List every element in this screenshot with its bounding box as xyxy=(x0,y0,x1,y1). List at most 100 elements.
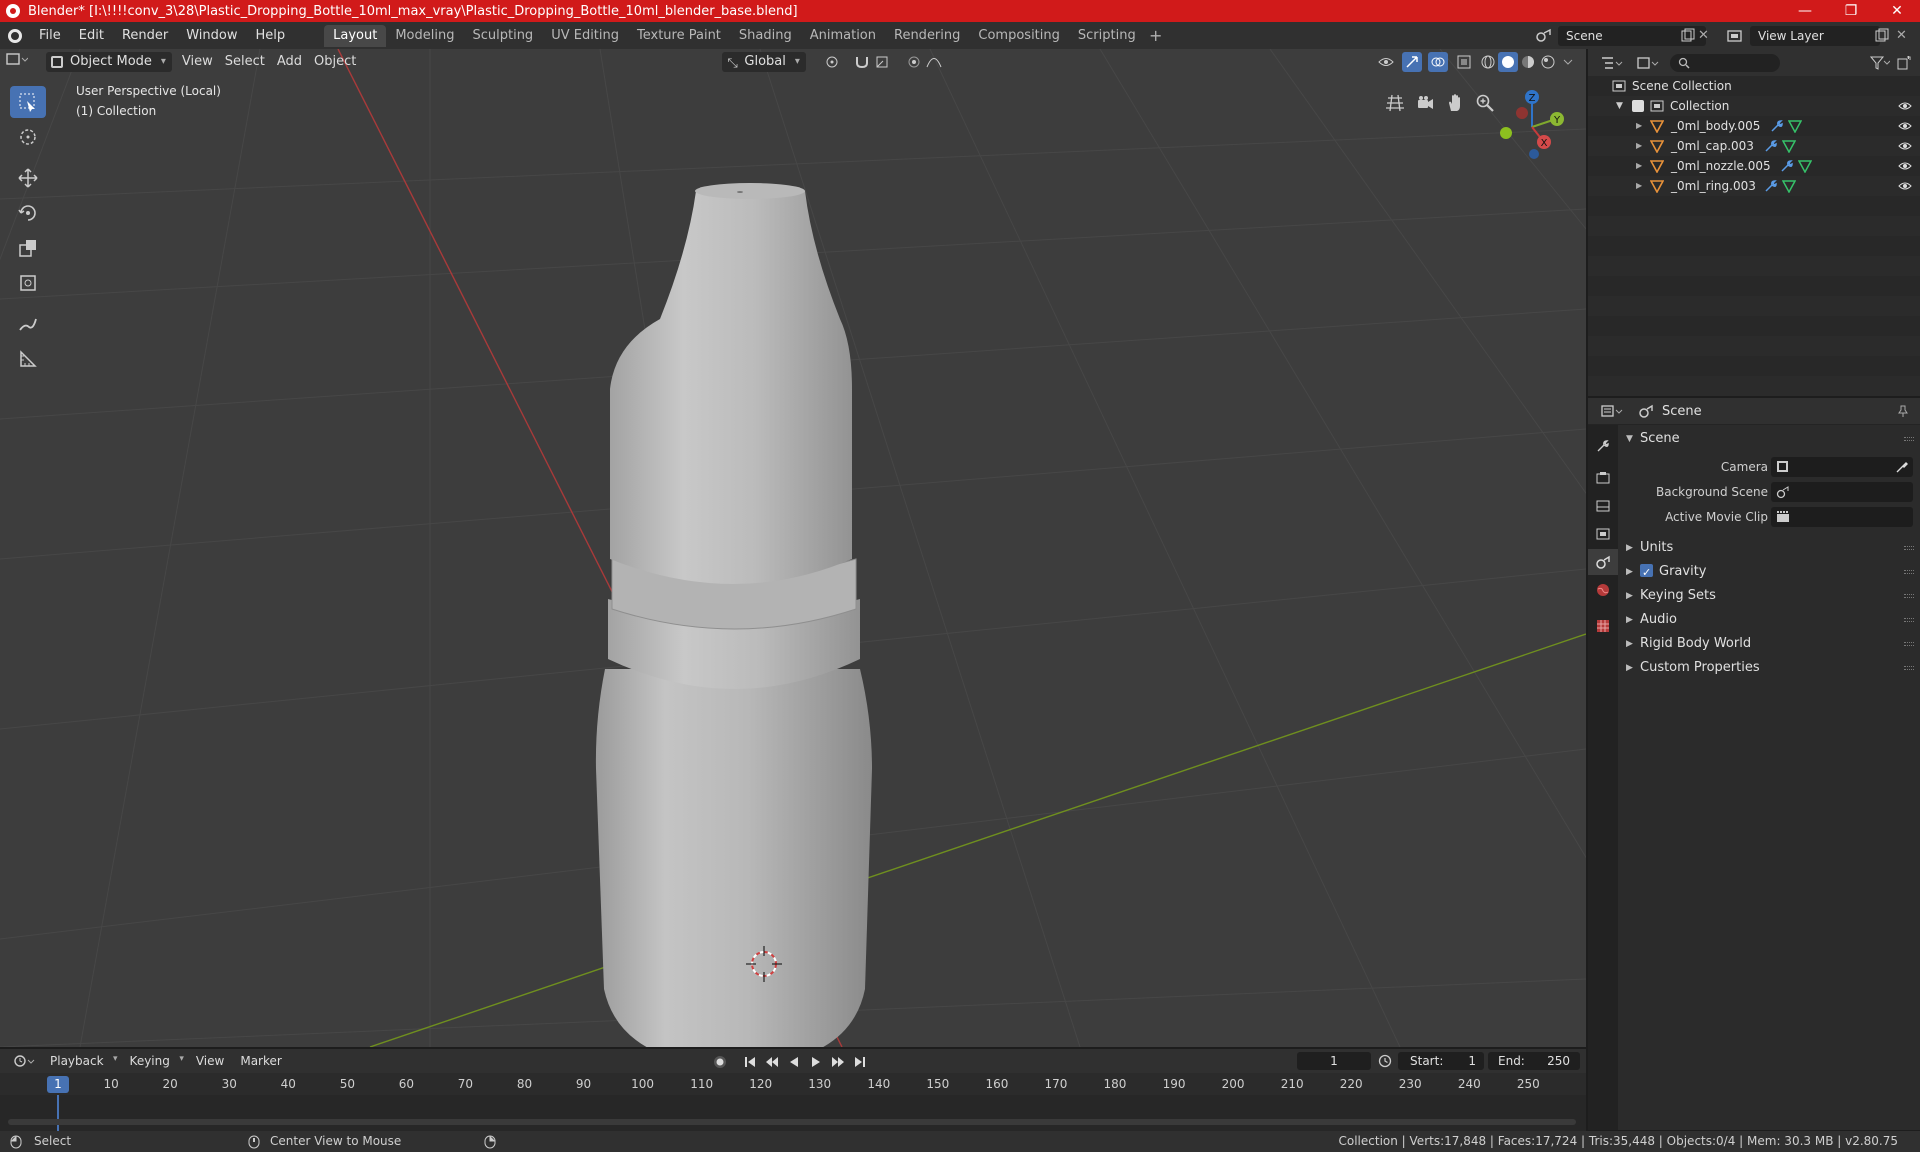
tab-uv-editing[interactable]: UV Editing xyxy=(542,25,628,47)
drag-handle-icon[interactable] xyxy=(1904,642,1914,646)
tab-texture-paint[interactable]: Texture Paint xyxy=(628,25,730,47)
eye-icon[interactable] xyxy=(1898,179,1912,193)
new-view-layer-icon[interactable] xyxy=(1874,28,1890,44)
eyedropper-icon[interactable] xyxy=(1895,460,1909,474)
tab-render[interactable] xyxy=(1588,465,1618,491)
tab-animation[interactable]: Animation xyxy=(801,25,885,47)
tab-shading[interactable]: Shading xyxy=(730,25,801,47)
active-movie-clip-field[interactable] xyxy=(1771,507,1913,527)
scale-tool[interactable] xyxy=(10,232,46,264)
gizmo-neg-z[interactable] xyxy=(1529,149,1539,159)
collection-row[interactable]: ▼ Collection xyxy=(1588,96,1920,116)
units-panel-header[interactable]: ▶ Units xyxy=(1618,536,1920,560)
scene-collection-row[interactable]: Scene Collection xyxy=(1588,76,1920,96)
tab-sculpting[interactable]: Sculpting xyxy=(463,25,542,47)
drag-handle-icon[interactable] xyxy=(1904,618,1914,622)
measure-tool[interactable] xyxy=(10,343,46,375)
keying-menu[interactable]: Keying ▾ xyxy=(122,1054,188,1068)
menu-view[interactable]: View xyxy=(176,52,219,72)
material-shading-icon[interactable] xyxy=(1518,52,1538,72)
keying-sets-panel-header[interactable]: ▶ Keying Sets xyxy=(1618,584,1920,608)
start-frame-field[interactable]: Start: 1 xyxy=(1398,1052,1484,1070)
clock-icon[interactable] xyxy=(1378,1054,1392,1068)
move-tool[interactable] xyxy=(10,162,46,194)
tab-view-layer[interactable] xyxy=(1588,521,1618,547)
drag-handle-icon[interactable] xyxy=(1904,437,1914,441)
modifier-wrench-icon[interactable] xyxy=(1780,159,1794,173)
menu-select[interactable]: Select xyxy=(219,52,271,72)
snap-target-icon[interactable] xyxy=(872,52,892,72)
timeline-view-menu[interactable]: View xyxy=(188,1054,232,1068)
mesh-data-icon[interactable] xyxy=(1782,179,1796,193)
close-button[interactable]: ✕ xyxy=(1874,0,1920,22)
mesh-data-icon[interactable] xyxy=(1798,159,1812,173)
tab-rendering[interactable]: Rendering xyxy=(885,25,969,47)
outliner-editor-type-icon[interactable] xyxy=(1598,53,1626,73)
falloff-icon[interactable] xyxy=(924,52,944,72)
new-scene-icon[interactable] xyxy=(1680,28,1696,44)
menu-add[interactable]: Add xyxy=(271,52,308,72)
timeline-ruler[interactable]: 1 10 20 30 40 50 60 70 80 90 100 110 120 130 140 150 16… xyxy=(0,1073,1586,1095)
wireframe-shading-icon[interactable] xyxy=(1478,52,1498,72)
modifier-wrench-icon[interactable] xyxy=(1764,179,1778,193)
solid-shading-icon[interactable] xyxy=(1498,52,1518,72)
menu-file[interactable]: File xyxy=(30,22,70,49)
frame-cursor[interactable]: 1 xyxy=(47,1076,69,1093)
delete-view-layer-icon[interactable]: ✕ xyxy=(1896,28,1912,44)
outliner-object-row[interactable]: ▶ _0ml_cap.003 xyxy=(1588,136,1920,156)
audio-panel-header[interactable]: ▶ Audio xyxy=(1618,608,1920,632)
tab-compositing[interactable]: Compositing xyxy=(969,25,1069,47)
navigation-gizmo[interactable]: Z Y X xyxy=(1492,82,1572,172)
jump-to-start-button[interactable] xyxy=(740,1052,760,1072)
playback-menu[interactable]: Playback ▾ xyxy=(42,1054,122,1068)
outliner-object-row[interactable]: ▶ _0ml_nozzle.005 xyxy=(1588,156,1920,176)
pivot-point-icon[interactable] xyxy=(822,52,842,72)
background-scene-field[interactable] xyxy=(1771,482,1913,502)
expand-icon[interactable]: ▶ xyxy=(1636,116,1642,136)
eye-icon[interactable] xyxy=(1898,139,1912,153)
outliner-object-row[interactable]: ▶ _0ml_body.005 xyxy=(1588,116,1920,136)
outliner-object-row[interactable]: ▶ _0ml_ring.003 xyxy=(1588,176,1920,196)
drag-handle-icon[interactable] xyxy=(1904,594,1914,598)
scene-panel-header[interactable]: ▼ Scene xyxy=(1618,427,1920,451)
filter-icon[interactable] xyxy=(1866,53,1894,73)
previous-keyframe-button[interactable] xyxy=(762,1052,782,1072)
timeline-scrollbar[interactable] xyxy=(8,1119,1576,1125)
eye-icon[interactable] xyxy=(1898,99,1912,113)
tab-modeling[interactable]: Modeling xyxy=(386,25,463,47)
add-workspace-button[interactable]: + xyxy=(1145,26,1167,45)
collapse-icon[interactable]: ▼ xyxy=(1616,96,1623,116)
custom-properties-panel-header[interactable]: ▶ Custom Properties xyxy=(1618,656,1920,680)
collection-checkbox[interactable] xyxy=(1632,100,1644,112)
drag-handle-icon[interactable] xyxy=(1904,546,1914,550)
tab-output[interactable] xyxy=(1588,493,1618,519)
mode-selector[interactable]: Object Mode xyxy=(46,52,172,72)
view-layer-selector[interactable]: View Layer xyxy=(1750,26,1880,46)
tab-layout[interactable]: Layout xyxy=(324,24,387,47)
tab-texture[interactable] xyxy=(1588,613,1618,639)
gravity-panel-header[interactable]: ▶ Gravity xyxy=(1618,560,1920,585)
blender-menu-icon[interactable] xyxy=(0,22,30,49)
transform-tool[interactable] xyxy=(10,267,46,299)
orientation-selector[interactable]: ⤡ Global xyxy=(722,52,806,72)
timeline-editor-type-icon[interactable] xyxy=(10,1051,38,1071)
expand-icon[interactable]: ▶ xyxy=(1636,136,1642,156)
proportional-edit-icon[interactable] xyxy=(904,52,924,72)
new-collection-icon[interactable] xyxy=(1894,53,1914,73)
drag-handle-icon[interactable] xyxy=(1904,666,1914,670)
expand-icon[interactable]: ▶ xyxy=(1636,156,1642,176)
current-frame-field[interactable]: 1 xyxy=(1297,1052,1371,1070)
camera-field[interactable] xyxy=(1771,457,1913,477)
gizmo-neg-x[interactable] xyxy=(1516,107,1528,119)
timeline-keyframe-area[interactable] xyxy=(0,1095,1586,1131)
tab-scene[interactable] xyxy=(1588,549,1618,575)
3d-viewport[interactable] xyxy=(0,49,1586,1047)
gizmo-neg-y[interactable] xyxy=(1500,127,1512,139)
3d-cursor-icon[interactable] xyxy=(742,942,786,986)
end-frame-field[interactable]: End: 250 xyxy=(1488,1052,1580,1070)
minimize-button[interactable]: — xyxy=(1782,0,1828,22)
delete-scene-icon[interactable]: ✕ xyxy=(1698,28,1714,44)
camera-view-icon[interactable] xyxy=(1410,88,1440,118)
bottle-model[interactable] xyxy=(560,129,920,1047)
gizmo-toggle-icon[interactable] xyxy=(1402,52,1422,72)
